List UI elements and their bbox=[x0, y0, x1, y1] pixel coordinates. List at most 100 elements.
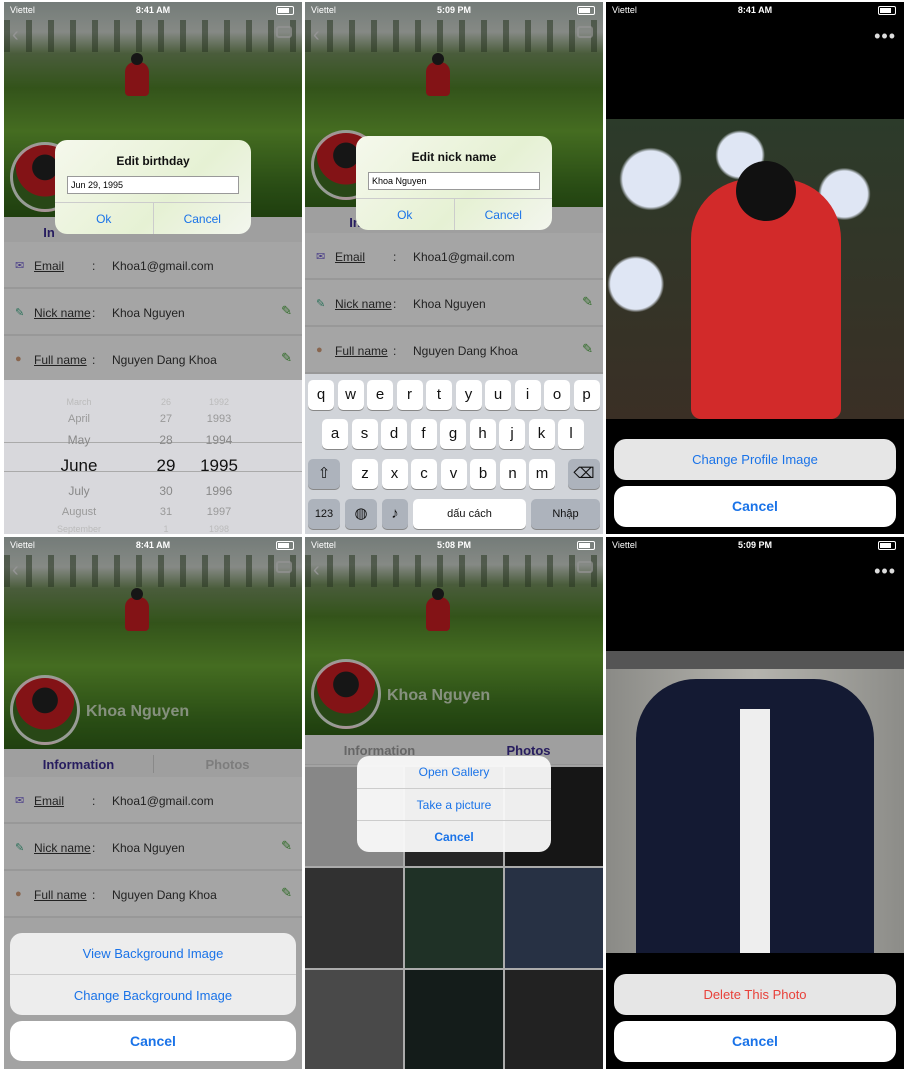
numbers-key[interactable]: 123 bbox=[308, 499, 340, 529]
mic-icon[interactable]: ♪ bbox=[382, 499, 408, 529]
status-bar: Viettel 5:09 PM bbox=[606, 537, 904, 555]
birthday-input[interactable] bbox=[67, 176, 239, 194]
cancel-button[interactable]: Cancel bbox=[453, 199, 553, 230]
picker-cell: August bbox=[61, 506, 97, 518]
key-k[interactable]: k bbox=[528, 419, 555, 449]
more-icon[interactable]: ••• bbox=[874, 561, 896, 582]
key-f[interactable]: f bbox=[410, 419, 437, 449]
key-i[interactable]: i bbox=[514, 380, 541, 410]
key-l[interactable]: l bbox=[558, 419, 584, 449]
battery-icon bbox=[577, 541, 595, 550]
key-v[interactable]: v bbox=[440, 459, 467, 489]
key-m[interactable]: m bbox=[529, 459, 555, 489]
change-background-button[interactable]: Change Background Image bbox=[10, 974, 296, 1015]
key-n[interactable]: n bbox=[499, 459, 526, 489]
status-bar: Viettel 5:09 PM bbox=[305, 2, 603, 20]
key-d[interactable]: d bbox=[381, 419, 407, 449]
space-key[interactable]: dấu cách bbox=[413, 499, 526, 529]
keyboard-row-3: ⇧ ⌫ zxcvbnm bbox=[305, 459, 603, 489]
picker-cell-selected: June bbox=[60, 456, 98, 475]
picker-cell: 1997 bbox=[206, 506, 232, 518]
picker-cell: 1994 bbox=[205, 433, 233, 447]
panel-photos-sheet: Viettel 5:08 PM ‹ Khoa Nguyen Informatio… bbox=[305, 537, 603, 1069]
picker-cell: 30 bbox=[159, 484, 173, 498]
globe-icon[interactable]: ◍ bbox=[345, 499, 377, 529]
key-y[interactable]: y bbox=[455, 380, 482, 410]
background-action-sheet: View Background Image Change Background … bbox=[10, 933, 296, 1015]
ok-button[interactable]: Ok bbox=[55, 203, 153, 234]
picker-month-column[interactable]: March April May June July August Septemb… bbox=[34, 396, 124, 534]
status-time: 5:09 PM bbox=[737, 540, 772, 550]
picker-cell-selected: 29 bbox=[156, 456, 176, 475]
picker-cell: 28 bbox=[159, 433, 173, 447]
key-h[interactable]: h bbox=[469, 419, 496, 449]
key-e[interactable]: e bbox=[367, 380, 393, 410]
open-gallery-button[interactable]: Open Gallery bbox=[357, 756, 551, 788]
screenshot-grid: Viettel 8:41 AM ‹ In ✉ Email: Khoa1@gmail.… bbox=[0, 0, 906, 1070]
photo-source-sheet: Open Gallery Take a picture Cancel bbox=[357, 756, 551, 852]
picker-cell: 26 bbox=[160, 397, 171, 407]
panel-edit-nickname: Viettel 5:09 PM ‹ In ✉ Email: Khoa1@gmail.… bbox=[305, 2, 603, 534]
cancel-button[interactable]: Cancel bbox=[614, 1021, 896, 1062]
change-profile-image-button[interactable]: Change Profile Image bbox=[614, 439, 896, 480]
battery-icon bbox=[878, 6, 896, 15]
status-time: 8:41 AM bbox=[737, 5, 773, 15]
key-j[interactable]: j bbox=[499, 419, 525, 449]
edit-birthday-dialog: Edit birthday Ok Cancel bbox=[55, 140, 251, 234]
backspace-icon[interactable]: ⌫ bbox=[568, 459, 600, 489]
cancel-button[interactable]: Cancel bbox=[614, 486, 896, 527]
status-bar: Viettel 5:08 PM bbox=[305, 537, 603, 555]
picker-cell: 27 bbox=[159, 413, 173, 425]
picker-cell: March bbox=[66, 397, 92, 407]
panel-background-sheet: Viettel 8:41 AM ‹ Khoa Nguyen Informatio… bbox=[4, 537, 302, 1069]
view-background-button[interactable]: View Background Image bbox=[10, 933, 296, 974]
cancel-button[interactable]: Cancel bbox=[357, 820, 551, 852]
picker-cell-selected: 1995 bbox=[200, 456, 238, 475]
more-icon[interactable]: ••• bbox=[874, 26, 896, 47]
key-c[interactable]: c bbox=[411, 459, 437, 489]
take-picture-button[interactable]: Take a picture bbox=[357, 788, 551, 820]
key-s[interactable]: s bbox=[351, 419, 378, 449]
key-z[interactable]: z bbox=[352, 459, 378, 489]
key-r[interactable]: r bbox=[396, 380, 423, 410]
battery-icon bbox=[878, 541, 896, 550]
photo-top-strip bbox=[606, 651, 904, 669]
shift-icon[interactable]: ⇧ bbox=[308, 459, 340, 489]
date-picker[interactable]: March April May June July August Septemb… bbox=[4, 380, 302, 534]
key-p[interactable]: p bbox=[573, 380, 600, 410]
key-a[interactable]: a bbox=[322, 419, 348, 449]
picker-cell: 1 bbox=[163, 524, 169, 534]
picker-cell: 1996 bbox=[205, 484, 233, 498]
status-time: 8:41 AM bbox=[135, 540, 171, 550]
key-w[interactable]: w bbox=[337, 380, 364, 410]
enter-key[interactable]: Nhập bbox=[531, 499, 600, 529]
picker-cell: July bbox=[68, 484, 90, 498]
picker-cell: 31 bbox=[159, 506, 173, 518]
ok-button[interactable]: Ok bbox=[356, 199, 454, 230]
key-o[interactable]: o bbox=[544, 380, 570, 410]
panel-profile-image: Viettel 8:41 AM ••• Change Profile Image… bbox=[606, 2, 904, 534]
cancel-button[interactable]: Cancel bbox=[152, 203, 252, 234]
delete-photo-button[interactable]: Delete This Photo bbox=[614, 974, 896, 1015]
nickname-input[interactable] bbox=[368, 172, 540, 190]
picker-year-column[interactable]: 1992 1993 1994 1995 1996 1997 1998 bbox=[194, 396, 244, 534]
picker-day-column[interactable]: 26 27 28 29 30 31 1 bbox=[146, 396, 186, 534]
key-x[interactable]: x bbox=[381, 459, 408, 489]
battery-icon bbox=[577, 6, 595, 15]
picker-cell: 1993 bbox=[206, 413, 232, 425]
key-b[interactable]: b bbox=[470, 459, 496, 489]
picker-cell: May bbox=[67, 433, 91, 447]
status-time: 5:08 PM bbox=[436, 540, 471, 550]
picker-cell: 1998 bbox=[208, 524, 230, 534]
key-g[interactable]: g bbox=[440, 419, 466, 449]
cancel-button[interactable]: Cancel bbox=[10, 1021, 296, 1061]
keyboard: qwertyuiop asdfghjkl ⇧ ⌫ zxcvbnm 123 ◍ ♪… bbox=[305, 374, 603, 534]
key-t[interactable]: t bbox=[426, 380, 452, 410]
status-bar: Viettel 8:41 AM bbox=[4, 2, 302, 20]
selected-photo bbox=[606, 669, 904, 953]
status-time: 8:41 AM bbox=[135, 5, 171, 15]
dialog-title: Edit birthday bbox=[116, 154, 190, 168]
profile-photo bbox=[606, 119, 904, 419]
key-u[interactable]: u bbox=[485, 380, 511, 410]
key-q[interactable]: q bbox=[308, 380, 334, 410]
